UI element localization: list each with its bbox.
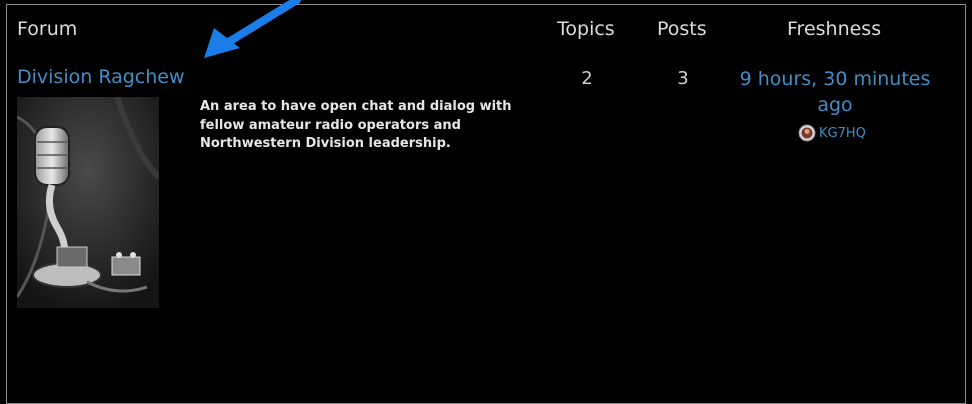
topics-column-header: Topics: [557, 18, 615, 40]
user-avatar-icon: [798, 124, 816, 142]
forum-description: An area to have open chat and dialog wit…: [200, 99, 512, 151]
freshness-column-header: Freshness: [787, 18, 882, 40]
forum-thumbnail: [17, 97, 159, 308]
posts-count: 3: [677, 68, 689, 89]
last-poster-name: KG7HQ: [819, 125, 866, 141]
freshness-link[interactable]: 9 hours, 30 minutes ago: [735, 66, 935, 118]
forum-title-link[interactable]: Division Ragchew: [17, 66, 185, 88]
annotation-arrow-icon: [204, 0, 301, 58]
posts-column-header: Posts: [657, 18, 707, 40]
topics-count: 2: [581, 68, 593, 89]
last-poster-link[interactable]: KG7HQ: [798, 124, 866, 142]
forum-column-header: Forum: [17, 18, 78, 40]
